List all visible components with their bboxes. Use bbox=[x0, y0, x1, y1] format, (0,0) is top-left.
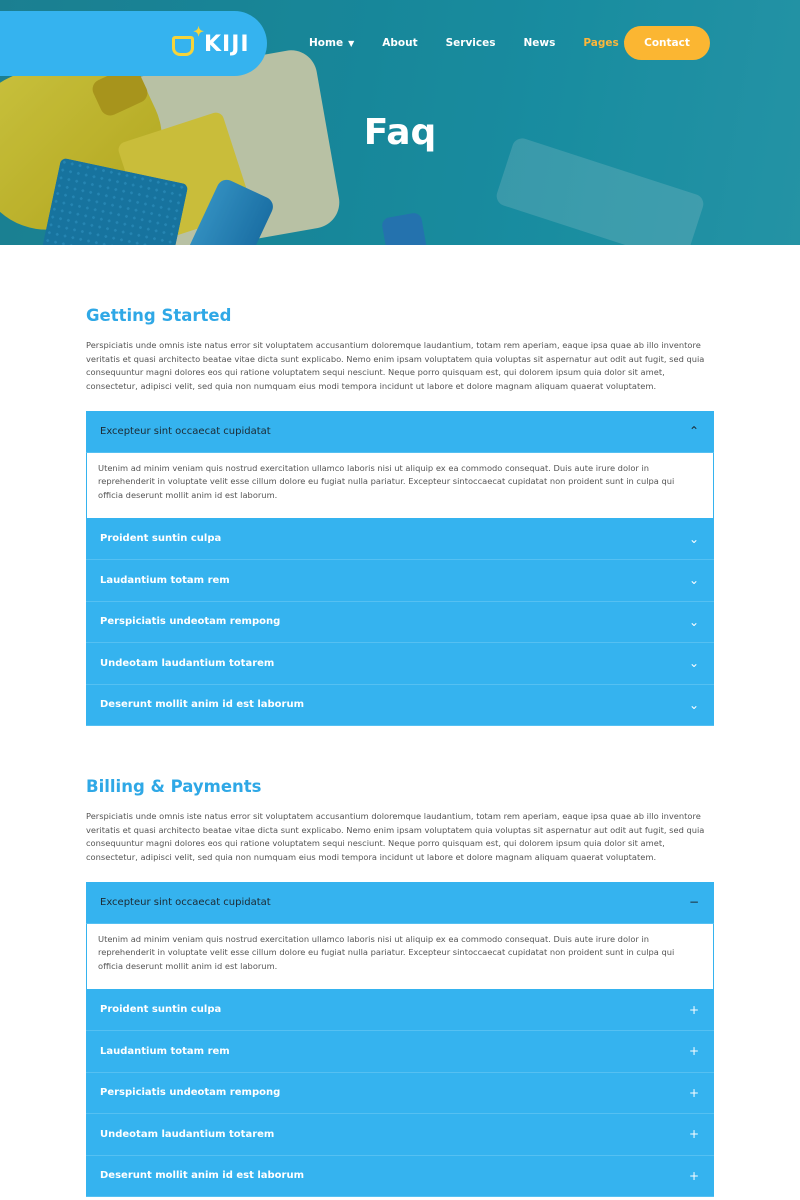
faq-question-label: Perspiciatis undeotam rempong bbox=[100, 1087, 281, 1099]
nav-item-label: Pages bbox=[583, 37, 619, 49]
plus-icon: + bbox=[688, 1127, 700, 1142]
faq-answer: Utenim ad minim veniam quis nostrud exer… bbox=[86, 923, 714, 990]
contact-button[interactable]: Contact bbox=[624, 26, 710, 60]
chevron-up-icon: ⌃ bbox=[688, 424, 700, 439]
chevron-down-icon: ⌄ bbox=[688, 614, 700, 629]
page-title: Faq bbox=[363, 112, 437, 153]
faq-question-label: Excepteur sint occaecat cupidatat bbox=[100, 896, 271, 908]
faq-question-label: Undeotam laudantium totarem bbox=[100, 657, 275, 669]
faq-question[interactable]: Laudantium totam rem + bbox=[86, 1031, 714, 1073]
nav-item-label: Services bbox=[445, 37, 496, 49]
faq-question[interactable]: Proident suntin culpa + bbox=[86, 989, 714, 1031]
nav-item-about[interactable]: About bbox=[382, 37, 417, 49]
nav-item-label: News bbox=[523, 37, 556, 49]
plus-icon: + bbox=[688, 1168, 700, 1183]
site-logo[interactable]: ✦ KIJI bbox=[172, 24, 250, 62]
faq-question-label: Excepteur sint occaecat cupidatat bbox=[100, 425, 271, 437]
faq-question[interactable]: Deserunt mollit anim id est laborum + bbox=[86, 1155, 714, 1197]
faq-question-label: Perspiciatis undeotam rempong bbox=[100, 616, 281, 628]
logo-text: KIJI bbox=[204, 31, 250, 57]
chevron-down-icon: ⌄ bbox=[688, 531, 700, 546]
faq-question-label: Deserunt mollit anim id est laborum bbox=[100, 699, 305, 711]
chevron-down-icon: ⌄ bbox=[688, 656, 700, 671]
main-nav: Home ▼ About Services News Pages ▼ bbox=[309, 26, 658, 60]
faq-question[interactable]: Deserunt mollit anim id est laborum ⌄ bbox=[86, 684, 714, 726]
section-intro: Perspiciatis unde omnis iste natus error… bbox=[86, 811, 705, 862]
minus-icon: − bbox=[688, 895, 700, 910]
faq-question[interactable]: Perspiciatis undeotam rempong + bbox=[86, 1072, 714, 1114]
faq-question-label: Deserunt mollit anim id est laborum bbox=[100, 1170, 305, 1182]
section-title: Getting Started bbox=[86, 306, 232, 325]
section-title: Billing & Payments bbox=[86, 777, 262, 796]
faq-question-label: Laudantium totam rem bbox=[100, 574, 230, 586]
faq-question[interactable]: Laudantium totam rem ⌄ bbox=[86, 560, 714, 602]
faq-question[interactable]: Undeotam laudantium totarem ⌄ bbox=[86, 643, 714, 685]
plus-icon: + bbox=[688, 1085, 700, 1100]
nav-item-label: About bbox=[382, 37, 418, 49]
faq-section-billing-payments: Billing & Payments Perspiciatis unde omn… bbox=[86, 777, 714, 1197]
nav-item-news[interactable]: News bbox=[524, 37, 556, 49]
section-intro: Perspiciatis unde omnis iste natus error… bbox=[86, 340, 705, 391]
faq-question[interactable]: Perspiciatis undeotam rempong ⌄ bbox=[86, 601, 714, 643]
nav-item-home[interactable]: Home ▼ bbox=[309, 37, 354, 49]
faq-question[interactable]: Proident suntin culpa ⌄ bbox=[86, 518, 714, 560]
faq-question-label: Undeotam laudantium totarem bbox=[100, 1128, 275, 1140]
faq-question-label: Laudantium totam rem bbox=[100, 1045, 230, 1057]
faq-question[interactable]: Excepteur sint occaecat cupidatat − bbox=[86, 882, 714, 924]
chevron-down-icon: ▼ bbox=[348, 38, 355, 48]
faq-question-label: Proident suntin culpa bbox=[100, 533, 222, 545]
nav-item-pages[interactable]: Pages ▼ bbox=[583, 37, 630, 49]
bucket-icon: ✦ bbox=[172, 24, 204, 58]
chevron-down-icon: ⌄ bbox=[688, 697, 700, 712]
faq-section-getting-started: Getting Started Perspiciatis unde omnis … bbox=[86, 306, 714, 726]
plus-icon: + bbox=[688, 1002, 700, 1017]
faq-question-label: Proident suntin culpa bbox=[100, 1004, 222, 1016]
nav-item-label: Home bbox=[309, 37, 344, 49]
faq-accordion: Excepteur sint occaecat cupidatat − Uten… bbox=[86, 882, 714, 1197]
hero-banner: ✦ KIJI Home ▼ About Services News Pages … bbox=[0, 0, 800, 245]
plus-icon: + bbox=[688, 1044, 700, 1059]
faq-accordion: Excepteur sint occaecat cupidatat ⌃ Uten… bbox=[86, 411, 714, 726]
faq-answer: Utenim ad minim veniam quis nostrud exer… bbox=[86, 452, 714, 519]
chevron-down-icon: ⌄ bbox=[688, 573, 700, 588]
faq-question[interactable]: Undeotam laudantium totarem + bbox=[86, 1114, 714, 1156]
faq-question[interactable]: Excepteur sint occaecat cupidatat ⌃ bbox=[86, 411, 714, 453]
nav-item-services[interactable]: Services bbox=[446, 37, 496, 49]
